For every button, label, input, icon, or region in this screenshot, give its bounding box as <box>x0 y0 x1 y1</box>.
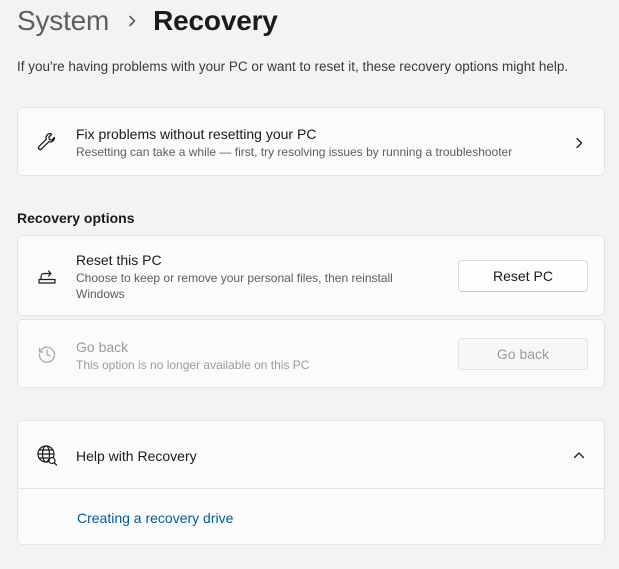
globe-icon <box>35 443 59 467</box>
go-back-title: Go back <box>76 339 129 355</box>
page-title: Recovery <box>153 5 278 36</box>
go-back-card: Go back This option is no longer availab… <box>17 319 605 388</box>
creating-recovery-drive-link[interactable]: Creating a recovery drive <box>77 510 233 526</box>
reset-pc-subtitle-line2: Windows <box>76 287 125 301</box>
chevron-right-icon <box>572 136 586 150</box>
reset-pc-title: Reset this PC <box>76 252 162 268</box>
history-icon <box>35 342 59 366</box>
reset-pc-subtitle: Choose to keep or remove your personal f… <box>76 270 393 302</box>
reset-pc-subtitle-line1: Choose to keep or remove your personal f… <box>76 271 393 285</box>
breadcrumb-system[interactable]: System <box>17 5 109 37</box>
chevron-up-icon[interactable] <box>572 448 586 462</box>
breadcrumb: System Recovery <box>17 4 278 38</box>
help-header[interactable]: Help with Recovery <box>18 421 604 489</box>
fix-problems-card[interactable]: Fix problems without resetting your PC R… <box>17 107 605 176</box>
wrench-icon <box>35 130 59 154</box>
reset-pc-icon <box>35 264 59 288</box>
go-back-button: Go back <box>458 338 588 370</box>
fix-problems-subtitle: Resetting can take a while — first, try … <box>76 145 513 159</box>
help-title: Help with Recovery <box>76 448 197 464</box>
fix-problems-title: Fix problems without resetting your PC <box>76 126 317 142</box>
reset-pc-card: Reset this PC Choose to keep or remove y… <box>17 235 605 316</box>
go-back-subtitle: This option is no longer available on th… <box>76 358 310 372</box>
chevron-right-icon <box>125 14 139 28</box>
help-with-recovery-expander: Help with Recovery Creating a recovery d… <box>17 420 605 545</box>
intro-text: If you're having problems with your PC o… <box>17 59 569 74</box>
recovery-options-heading: Recovery options <box>17 210 135 226</box>
reset-pc-button[interactable]: Reset PC <box>458 260 588 292</box>
